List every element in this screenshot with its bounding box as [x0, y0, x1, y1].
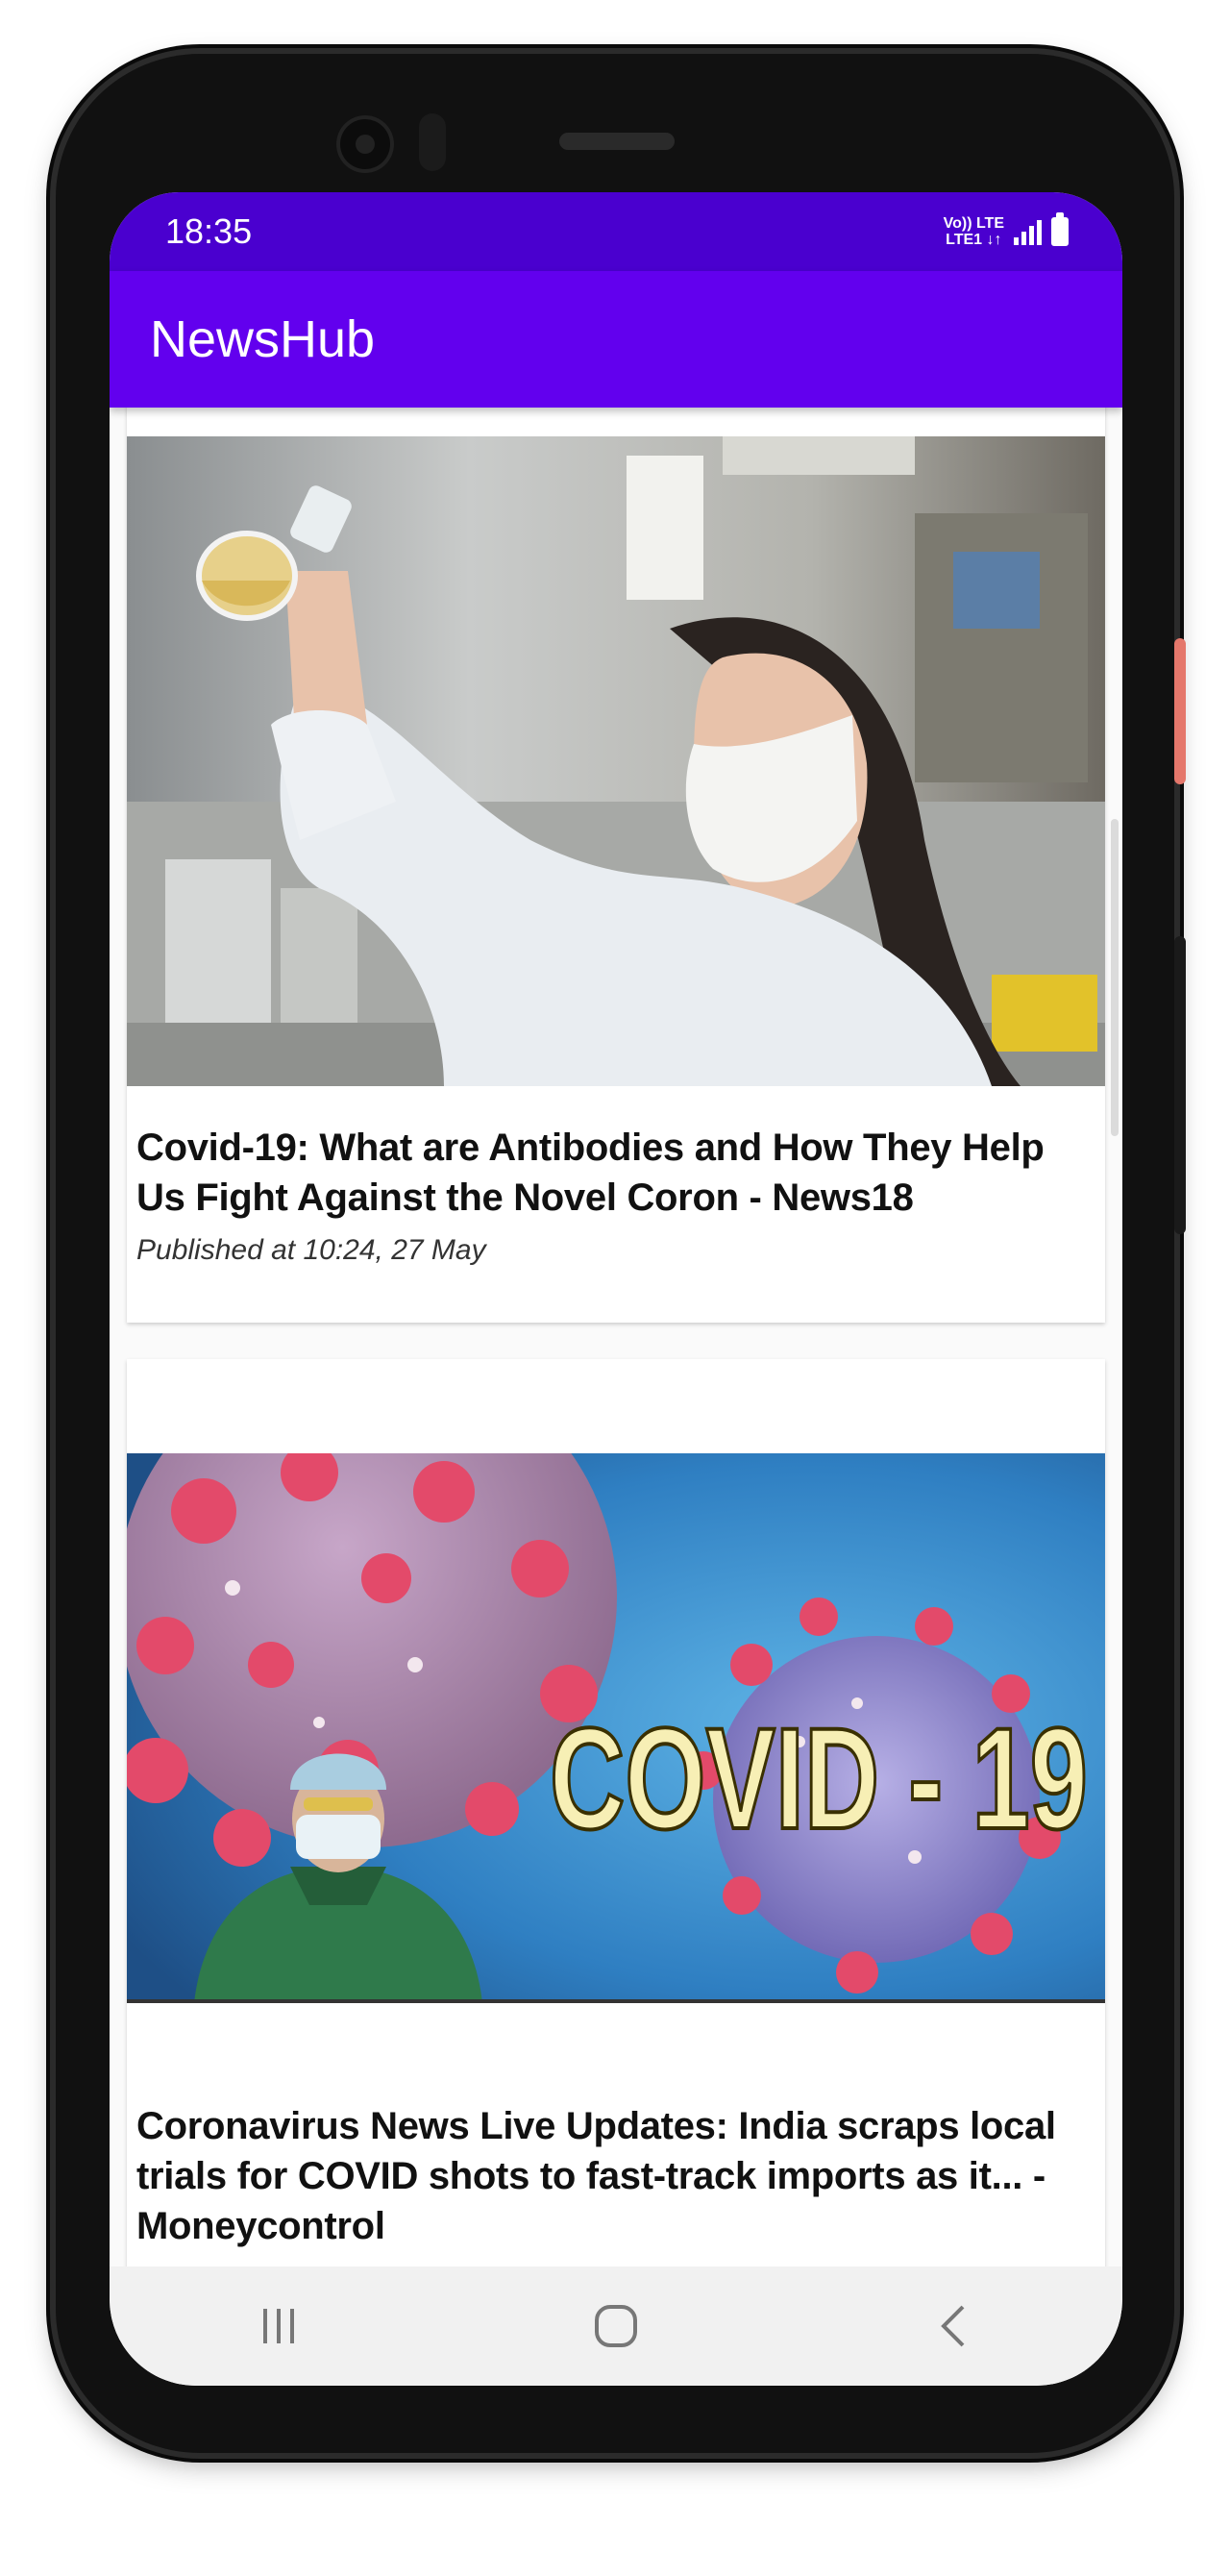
network-line-2: LTE1 ↓↑ [946, 232, 1002, 248]
lte-icon: Vo)) LTE LTE1 ↓↑ [944, 215, 1004, 248]
network-line-1: Vo)) LTE [943, 215, 1004, 232]
article-image-covid[interactable]: COVID - 19 [127, 1453, 1105, 2003]
proximity-sensor [419, 113, 446, 171]
article-published-date: Published at 10:24, 27 May [136, 1234, 486, 1266]
app-title: NewsHub [150, 310, 376, 368]
earpiece-speaker [559, 133, 675, 150]
signal-icon [1014, 218, 1042, 245]
power-button [1174, 638, 1186, 784]
image-caption-text: COVID - 19 [550, 1697, 1088, 1859]
navigation-bar [110, 2266, 1122, 2386]
battery-icon [1051, 212, 1069, 246]
app-bar: NewsHub [110, 271, 1122, 408]
article-image-scientist[interactable] [127, 436, 1105, 1086]
recents-icon[interactable] [221, 2283, 336, 2369]
back-icon[interactable] [896, 2283, 1011, 2369]
status-bar: 18:35 Vo)) LTE LTE1 ↓↑ [110, 192, 1122, 271]
article-headline[interactable]: Coronavirus News Live Updates: India scr… [136, 2101, 1088, 2251]
status-time: 18:35 [165, 211, 253, 251]
news-card[interactable]: COVID - 19 Coronavirus News Live Updates… [127, 1359, 1105, 2266]
news-list[interactable]: Covid-19: What are Antibodies and How Th… [110, 408, 1122, 2266]
screen: 18:35 Vo)) LTE LTE1 ↓↑ NewsHub Covid-19:… [110, 192, 1122, 2386]
news-card[interactable]: Covid-19: What are Antibodies and How Th… [127, 408, 1105, 1323]
article-headline[interactable]: Covid-19: What are Antibodies and How Th… [136, 1123, 1088, 1223]
front-camera [336, 115, 394, 173]
status-icons: Vo)) LTE LTE1 ↓↑ [944, 212, 1069, 248]
home-icon[interactable] [558, 2283, 674, 2369]
volume-button [1174, 936, 1186, 1234]
scrollbar[interactable] [1111, 819, 1119, 1136]
